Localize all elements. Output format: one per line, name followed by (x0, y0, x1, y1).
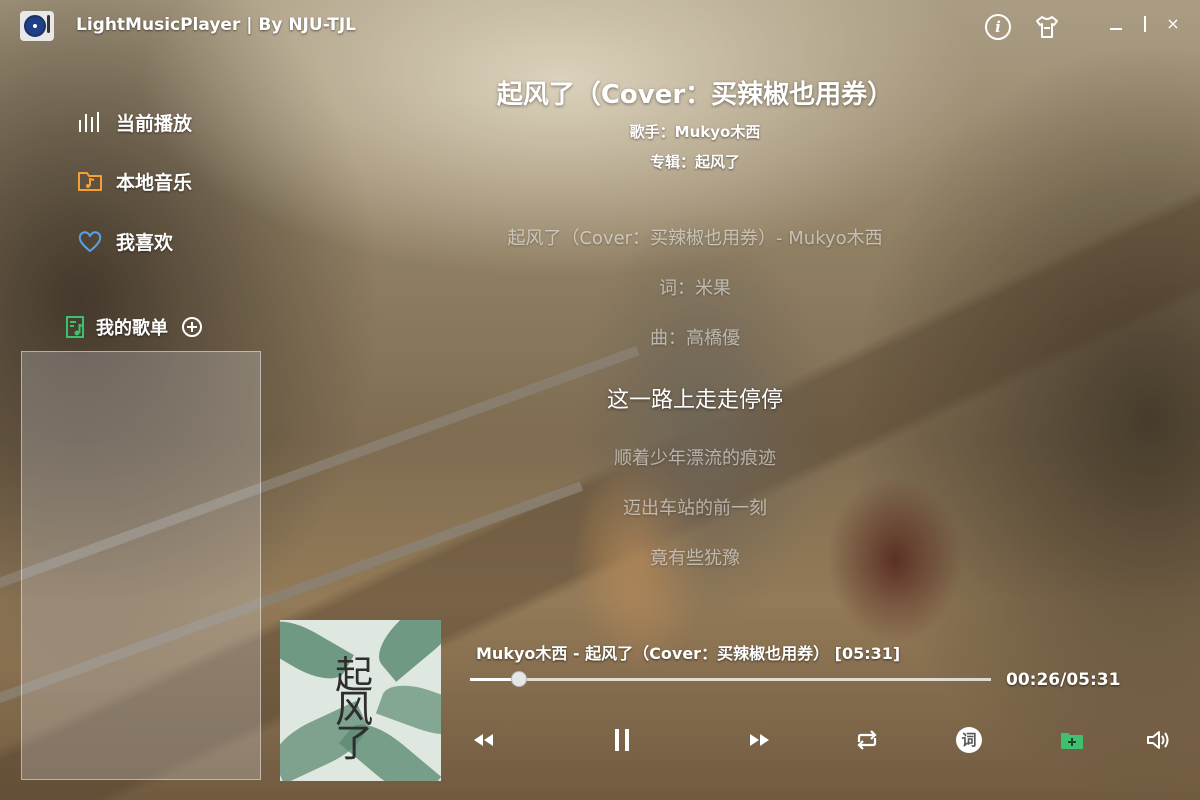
previous-button[interactable] (468, 724, 500, 756)
sidebar-item-favorites[interactable]: 我喜欢 (76, 225, 173, 257)
my-playlists-label: 我的歌单 (96, 318, 168, 339)
pause-icon (615, 729, 629, 751)
sidebar-item-label: 本地音乐 (116, 171, 193, 194)
turntable-logo-icon (20, 11, 54, 41)
title-bar: LightMusicPlayer | By NJU-TJL i × (0, 0, 1200, 52)
lyric-line: 词：米果 (659, 278, 731, 299)
next-button[interactable] (743, 724, 775, 756)
my-playlists-header: 我的歌单 (64, 312, 202, 342)
next-icon (750, 734, 769, 746)
playlist-panel[interactable] (21, 351, 261, 780)
progress-bar[interactable] (470, 671, 991, 687)
pause-button[interactable] (606, 724, 638, 756)
lyric-line-current: 这一路上走走停停 (606, 388, 783, 413)
tshirt-icon[interactable] (1034, 14, 1060, 40)
app-title: LightMusicPlayer | By NJU-TJL (76, 15, 357, 35)
cover-title: 起风了 (335, 653, 374, 765)
sidebar-item-now-playing[interactable]: 当前播放 (76, 106, 192, 138)
add-to-playlist-button[interactable] (1056, 724, 1088, 756)
sidebar-item-local-music[interactable]: 本地音乐 (76, 165, 192, 197)
close-icon[interactable]: × (1164, 14, 1182, 33)
sidebar-item-label: 当前播放 (116, 112, 193, 135)
minimize-icon[interactable] (1110, 28, 1122, 30)
lyric-icon: 词 (956, 727, 982, 753)
playlist-note-icon (66, 316, 84, 338)
song-title: 起风了（Cover：买辣椒也用券） (496, 80, 894, 110)
now-playing-text: Mukyo木西 - 起风了（Cover：买辣椒也用券） [05:31] (476, 644, 901, 663)
maximize-icon[interactable] (1144, 16, 1146, 32)
artist-line: 歌手：Mukyo木西 (629, 123, 761, 141)
album-line: 专辑：起风了 (649, 153, 740, 171)
lyric-toggle-button[interactable]: 词 (953, 724, 985, 756)
lyric-line: 曲：高橋優 (650, 328, 740, 349)
bars-icon (79, 112, 99, 132)
album-cover[interactable]: 起风了 (280, 620, 441, 781)
previous-icon (474, 734, 493, 746)
repeat-button[interactable] (851, 724, 883, 756)
sidebar-item-label: 我喜欢 (116, 231, 174, 254)
lyric-line: 迈出车站的前一刻 (623, 498, 767, 519)
plus-circle-icon[interactable] (182, 317, 202, 337)
lyric-line: 竟有些犹豫 (650, 548, 740, 569)
heart-icon (78, 231, 102, 252)
volume-button[interactable] (1142, 724, 1174, 756)
info-icon[interactable]: i (985, 14, 1011, 40)
progress-knob[interactable] (510, 671, 527, 687)
time-display: 00:26/05:31 (1006, 670, 1121, 690)
repeat-icon (857, 730, 877, 750)
volume-icon (1147, 731, 1169, 749)
add-to-playlist-icon (1061, 733, 1083, 749)
music-folder-icon (78, 172, 102, 191)
lyric-line: 起风了（Cover：买辣椒也用券）- Mukyo木西 (507, 228, 883, 249)
lyric-line: 顺着少年漂流的痕迹 (614, 448, 776, 469)
